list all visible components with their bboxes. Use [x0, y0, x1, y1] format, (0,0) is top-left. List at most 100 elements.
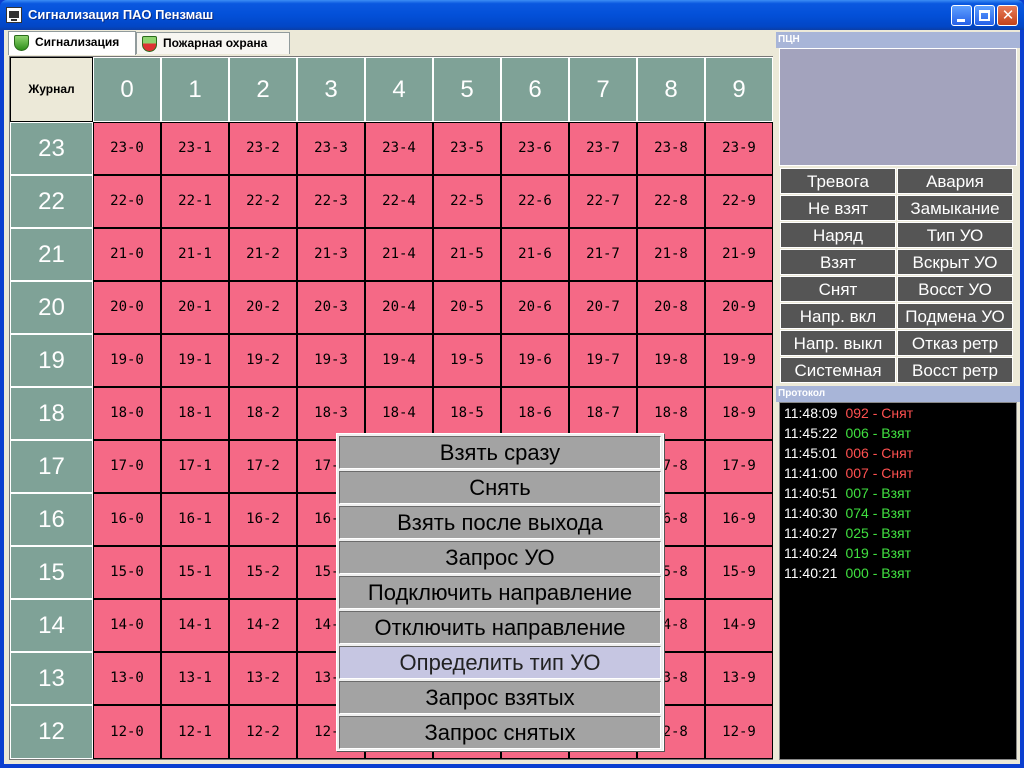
row-header[interactable]: 15 [10, 546, 93, 599]
zone-cell[interactable]: 21-1 [161, 228, 229, 281]
context-menu-item[interactable]: Запрос УО [339, 541, 661, 574]
tab-fire-protection[interactable]: Пожарная охрана [136, 32, 290, 54]
status-button[interactable]: Подмена УО [897, 303, 1013, 329]
zone-cell[interactable]: 23-5 [433, 122, 501, 175]
zone-cell[interactable]: 17-1 [161, 440, 229, 493]
status-button[interactable]: Взят [780, 249, 896, 275]
zone-cell[interactable]: 23-7 [569, 122, 637, 175]
zone-cell[interactable]: 19-4 [365, 334, 433, 387]
zone-cell[interactable]: 13-1 [161, 652, 229, 705]
row-header[interactable]: 21 [10, 228, 93, 281]
zone-cell[interactable]: 23-1 [161, 122, 229, 175]
zone-cell[interactable]: 18-0 [93, 387, 161, 440]
context-menu-item[interactable]: Отключить направление [339, 611, 661, 644]
zone-cell[interactable]: 15-2 [229, 546, 297, 599]
zone-cell[interactable]: 22-7 [569, 175, 637, 228]
zone-cell[interactable]: 22-0 [93, 175, 161, 228]
status-button[interactable]: Наряд [780, 222, 896, 248]
zone-cell[interactable]: 21-8 [637, 228, 705, 281]
zone-cell[interactable]: 22-3 [297, 175, 365, 228]
zone-cell[interactable]: 19-8 [637, 334, 705, 387]
row-header[interactable]: 13 [10, 652, 93, 705]
zone-cell[interactable]: 20-8 [637, 281, 705, 334]
zone-cell[interactable]: 14-2 [229, 599, 297, 652]
status-button[interactable]: Снят [780, 276, 896, 302]
zone-cell[interactable]: 16-9 [705, 493, 773, 546]
zone-cell[interactable]: 17-9 [705, 440, 773, 493]
zone-cell[interactable]: 18-1 [161, 387, 229, 440]
context-menu-item[interactable]: Запрос взятых [339, 681, 661, 714]
zone-cell[interactable]: 17-0 [93, 440, 161, 493]
title-bar[interactable]: Сигнализация ПАО Пензмаш ✕ [0, 0, 1024, 30]
zone-cell[interactable]: 20-6 [501, 281, 569, 334]
zone-cell[interactable]: 20-0 [93, 281, 161, 334]
zone-cell[interactable]: 18-9 [705, 387, 773, 440]
zone-cell[interactable]: 21-6 [501, 228, 569, 281]
zone-cell[interactable]: 21-3 [297, 228, 365, 281]
zone-cell[interactable]: 17-2 [229, 440, 297, 493]
zone-cell[interactable]: 20-4 [365, 281, 433, 334]
zone-cell[interactable]: 14-0 [93, 599, 161, 652]
zone-cell[interactable]: 15-9 [705, 546, 773, 599]
zone-cell[interactable]: 22-1 [161, 175, 229, 228]
context-menu-item[interactable]: Снять [339, 471, 661, 504]
app-icon[interactable] [6, 7, 22, 23]
zone-cell[interactable]: 19-0 [93, 334, 161, 387]
status-button[interactable]: Напр. вкл [780, 303, 896, 329]
zone-cell[interactable]: 20-3 [297, 281, 365, 334]
zone-cell[interactable]: 21-4 [365, 228, 433, 281]
zone-cell[interactable]: 19-6 [501, 334, 569, 387]
zone-cell[interactable]: 13-9 [705, 652, 773, 705]
journal-button[interactable]: Журнал [10, 57, 93, 122]
status-button[interactable]: Тип УО [897, 222, 1013, 248]
zone-cell[interactable]: 19-9 [705, 334, 773, 387]
zone-cell[interactable]: 18-2 [229, 387, 297, 440]
zone-cell[interactable]: 21-0 [93, 228, 161, 281]
zone-cell[interactable]: 15-1 [161, 546, 229, 599]
zone-cell[interactable]: 12-1 [161, 705, 229, 759]
zone-cell[interactable]: 22-9 [705, 175, 773, 228]
close-button[interactable]: ✕ [997, 5, 1018, 26]
status-button[interactable]: Напр. выкл [780, 330, 896, 356]
zone-cell[interactable]: 14-9 [705, 599, 773, 652]
zone-cell[interactable]: 23-0 [93, 122, 161, 175]
zone-cell[interactable]: 22-6 [501, 175, 569, 228]
context-menu-item[interactable]: Взять после выхода [339, 506, 661, 539]
row-header[interactable]: 20 [10, 281, 93, 334]
zone-cell[interactable]: 21-2 [229, 228, 297, 281]
zone-cell[interactable]: 22-8 [637, 175, 705, 228]
zone-cell[interactable]: 19-7 [569, 334, 637, 387]
row-header[interactable]: 18 [10, 387, 93, 440]
zone-cell[interactable]: 20-2 [229, 281, 297, 334]
zone-cell[interactable]: 22-5 [433, 175, 501, 228]
zone-cell[interactable]: 19-2 [229, 334, 297, 387]
context-menu-item[interactable]: Определить тип УО [339, 646, 661, 679]
zone-cell[interactable]: 23-4 [365, 122, 433, 175]
zone-cell[interactable]: 12-0 [93, 705, 161, 759]
status-button[interactable]: Системная [780, 357, 896, 383]
status-button[interactable]: Авария [897, 168, 1013, 194]
zone-cell[interactable]: 21-5 [433, 228, 501, 281]
row-header[interactable]: 12 [10, 705, 93, 759]
zone-cell[interactable]: 16-2 [229, 493, 297, 546]
row-header[interactable]: 23 [10, 122, 93, 175]
zone-cell[interactable]: 12-9 [705, 705, 773, 759]
zone-cell[interactable]: 20-7 [569, 281, 637, 334]
zone-cell[interactable]: 13-2 [229, 652, 297, 705]
context-menu-item[interactable]: Взять сразу [339, 436, 661, 469]
zone-cell[interactable]: 14-1 [161, 599, 229, 652]
status-button[interactable]: Восст ретр [897, 357, 1013, 383]
zone-cell[interactable]: 23-9 [705, 122, 773, 175]
status-button[interactable]: Отказ ретр [897, 330, 1013, 356]
zone-cell[interactable]: 23-6 [501, 122, 569, 175]
maximize-button[interactable] [974, 5, 995, 26]
row-header[interactable]: 22 [10, 175, 93, 228]
zone-cell[interactable]: 21-9 [705, 228, 773, 281]
zone-cell[interactable]: 21-7 [569, 228, 637, 281]
zone-cell[interactable]: 19-3 [297, 334, 365, 387]
status-button[interactable]: Вскрыт УО [897, 249, 1013, 275]
row-header[interactable]: 19 [10, 334, 93, 387]
zone-cell[interactable]: 22-4 [365, 175, 433, 228]
zone-cell[interactable]: 19-1 [161, 334, 229, 387]
zone-cell[interactable]: 16-1 [161, 493, 229, 546]
